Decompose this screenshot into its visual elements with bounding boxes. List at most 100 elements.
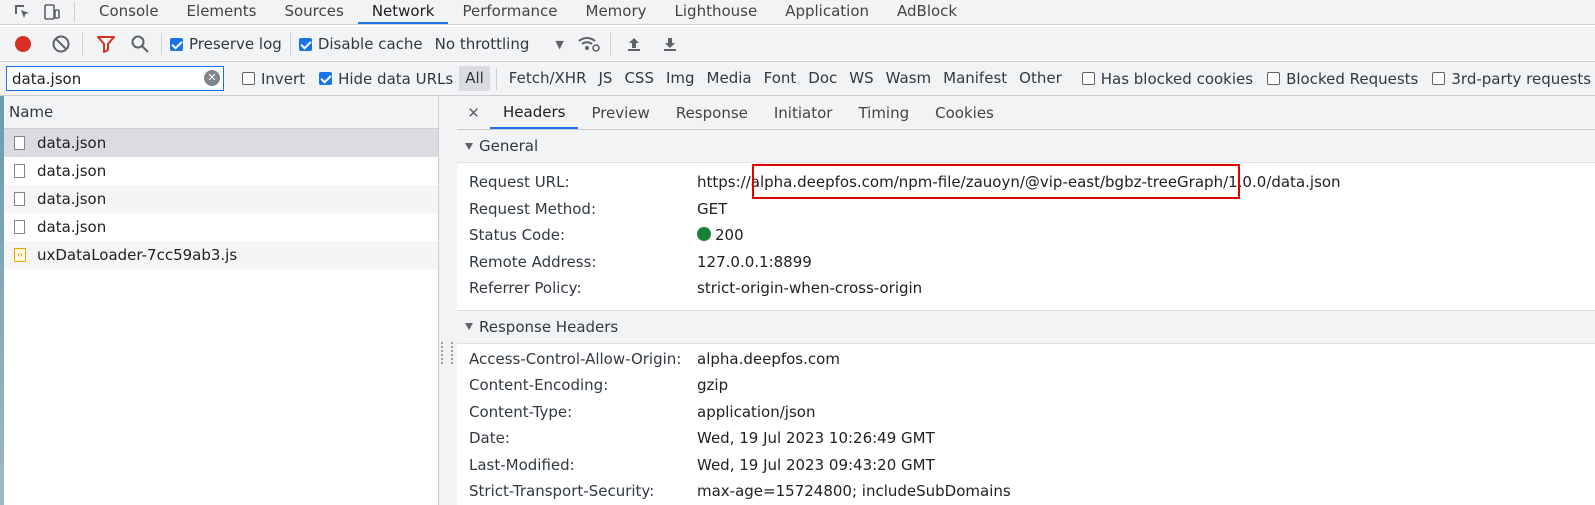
search-icon[interactable] <box>127 31 153 57</box>
tab-cookies[interactable]: Cookies <box>922 96 1007 129</box>
request-row[interactable]: data.json <box>0 213 438 241</box>
tab-elements[interactable]: Elements <box>173 0 271 24</box>
document-icon <box>14 164 25 178</box>
header-value: alpha.deepfos.com <box>697 349 840 368</box>
document-icon <box>14 136 25 150</box>
header-key: Request Method: <box>469 199 597 218</box>
tab-timing[interactable]: Timing <box>845 96 922 129</box>
blocked-requests-checkbox[interactable] <box>1267 72 1281 85</box>
type-filter-js[interactable]: JS <box>593 66 619 91</box>
request-name: data.json <box>37 218 107 236</box>
clear-filter-icon[interactable]: ✕ <box>204 70 220 86</box>
tab-console[interactable]: Console <box>85 0 173 24</box>
document-icon <box>14 192 25 206</box>
detail-tab-bar: ✕ Headers Preview Response Initiator Tim… <box>457 96 1595 130</box>
tab-headers[interactable]: Headers <box>490 96 579 129</box>
device-toolbar-icon[interactable] <box>40 1 64 23</box>
filter-separator <box>495 68 497 90</box>
header-value: gzip <box>697 376 729 395</box>
inspect-element-icon[interactable] <box>10 1 34 23</box>
type-filter-doc[interactable]: Doc <box>802 66 843 91</box>
tab-lighthouse[interactable]: Lighthouse <box>661 0 772 24</box>
header-key: Request URL: <box>469 173 570 192</box>
preserve-log-label: Preserve log <box>189 35 282 53</box>
header-row: Remote Address: 127.0.0.1:8899 <box>457 249 1595 276</box>
request-row[interactable]: data.json <box>0 129 438 157</box>
disable-cache-checkbox[interactable] <box>298 37 312 51</box>
panel-tab-bar: Console Elements Sources Network Perform… <box>0 0 1595 25</box>
header-value: application/json <box>697 402 816 421</box>
type-filter-other[interactable]: Other <box>1013 66 1068 91</box>
tab-sources[interactable]: Sources <box>270 0 357 24</box>
tab-memory[interactable]: Memory <box>572 0 661 24</box>
request-row[interactable]: data.json <box>0 157 438 185</box>
tab-response[interactable]: Response <box>663 96 761 129</box>
third-party-label: 3rd-party requests <box>1451 69 1592 88</box>
request-row[interactable]: ‹› uxDataLoader-7cc59ab3.js <box>0 241 438 269</box>
tab-performance[interactable]: Performance <box>448 0 571 24</box>
hide-data-urls-checkbox[interactable] <box>319 72 333 85</box>
type-filter-ws[interactable]: WS <box>843 66 879 91</box>
script-file-icon: ‹› <box>14 248 26 262</box>
third-party-checkbox[interactable] <box>1432 72 1446 85</box>
header-key: Content-Type: <box>469 402 573 421</box>
header-value: Wed, 19 Jul 2023 09:43:20 GMT <box>697 455 935 474</box>
resize-grip-icon[interactable] <box>441 342 453 364</box>
header-row: Strict-Transport-Security: max-age=15724… <box>457 478 1595 505</box>
tab-network[interactable]: Network <box>357 0 449 24</box>
network-conditions-icon[interactable] <box>576 31 602 57</box>
type-filter-font[interactable]: Font <box>758 66 803 91</box>
hide-data-urls-label: Hide data URLs <box>338 69 454 88</box>
tab-preview[interactable]: Preview <box>578 96 662 129</box>
header-key: Status Code: <box>469 226 566 245</box>
header-key: Strict-Transport-Security: <box>469 482 655 501</box>
preserve-log-checkbox[interactable] <box>170 37 183 51</box>
name-column-header[interactable]: Name <box>0 96 438 129</box>
type-filter-css[interactable]: CSS <box>618 66 660 91</box>
list-scrollbar[interactable] <box>438 96 457 505</box>
general-section-header[interactable]: General <box>457 130 1595 163</box>
request-details-pane: ✕ Headers Preview Response Initiator Tim… <box>457 96 1595 505</box>
header-key: Access-Control-Allow-Origin: <box>469 349 682 368</box>
disable-cache-label: Disable cache <box>317 35 423 53</box>
tab-application[interactable]: Application <box>771 0 883 24</box>
toolbar-separator <box>609 33 611 55</box>
document-icon <box>14 220 25 234</box>
header-row: Request Method: GET <box>457 196 1595 223</box>
export-har-icon[interactable] <box>657 31 683 57</box>
tab-initiator[interactable]: Initiator <box>761 96 846 129</box>
tab-bar-separator <box>74 2 75 22</box>
toolbar-separator <box>82 33 83 55</box>
resource-type-filters: All Fetch/XHR JS CSS Img Media Font Doc … <box>459 66 1068 91</box>
close-details-icon[interactable]: ✕ <box>457 96 490 129</box>
type-filter-img[interactable]: Img <box>660 66 701 91</box>
blocked-cookies-label: Has blocked cookies <box>1100 69 1254 88</box>
type-filter-fetch-xhr[interactable]: Fetch/XHR <box>503 66 593 91</box>
type-filter-manifest[interactable]: Manifest <box>937 66 1013 91</box>
blocked-requests-label: Blocked Requests <box>1286 69 1419 88</box>
filter-icon[interactable] <box>93 31 119 57</box>
record-icon[interactable] <box>10 31 36 57</box>
header-value: Wed, 19 Jul 2023 10:26:49 GMT <box>697 429 935 448</box>
dropdown-arrow-icon: ▼ <box>555 37 564 51</box>
section-title: Response Headers <box>479 317 619 336</box>
header-key: Last-Modified: <box>469 455 575 474</box>
type-filter-all[interactable]: All <box>459 66 490 91</box>
blocked-cookies-checkbox[interactable] <box>1081 72 1095 85</box>
header-row: Referrer Policy: strict-origin-when-cros… <box>457 275 1595 302</box>
request-name: data.json <box>37 134 107 152</box>
tab-adblock[interactable]: AdBlock <box>883 0 971 24</box>
request-row[interactable]: data.json <box>0 185 438 213</box>
invert-checkbox[interactable] <box>242 72 255 85</box>
clear-icon[interactable] <box>48 31 74 57</box>
annotation-highlight-box <box>752 164 1240 199</box>
import-har-icon[interactable] <box>621 31 647 57</box>
type-filter-media[interactable]: Media <box>701 66 758 91</box>
status-code-value: 200 <box>697 226 744 244</box>
type-filter-wasm[interactable]: Wasm <box>880 66 938 91</box>
header-row: Content-Encoding: gzip <box>457 372 1595 399</box>
header-key: Remote Address: <box>469 252 597 271</box>
filter-input[interactable] <box>7 67 202 90</box>
throttling-select[interactable]: No throttling ▼ <box>435 35 564 53</box>
response-headers-section-header[interactable]: Response Headers <box>457 309 1595 344</box>
